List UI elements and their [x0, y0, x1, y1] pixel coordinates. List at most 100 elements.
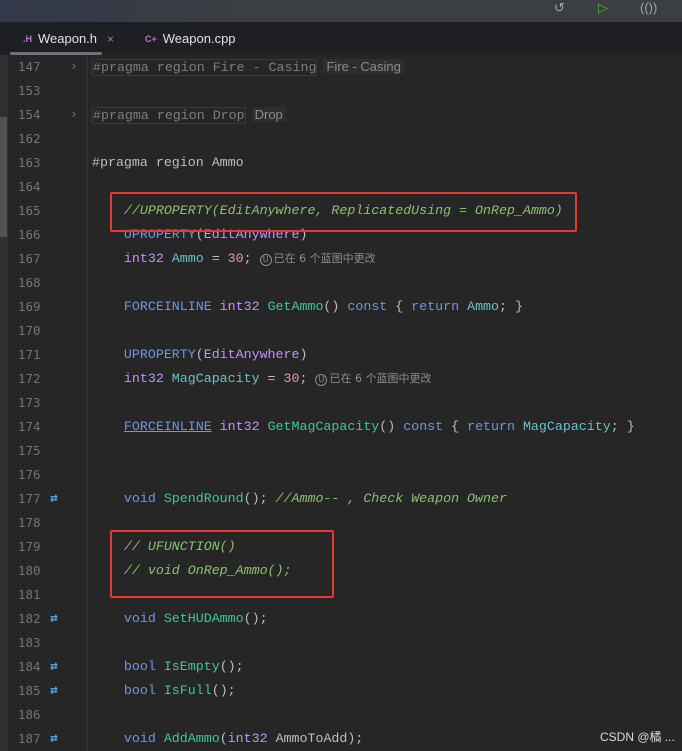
code-line[interactable]: 171 UPROPERTY(EditAnywhere) — [0, 343, 682, 367]
line-number: 170 — [18, 323, 41, 338]
code-token: 30 — [283, 371, 300, 386]
code-line[interactable]: 187 ⇄ void AddAmmo(int32 AmmoToAdd); — [0, 727, 682, 751]
code-token: GetMagCapacity — [267, 419, 380, 434]
code-token: const — [347, 299, 388, 314]
code-line[interactable]: 147 › #pragma region Fire - Casing Fire - C… — [0, 55, 682, 79]
code-line[interactable]: 168 — [0, 271, 682, 295]
line-number: 182 — [18, 611, 41, 626]
code-token: #pragma region Fire - Casing — [92, 59, 318, 76]
code-line[interactable]: 179 // UFUNCTION() — [0, 535, 682, 559]
line-number: 164 — [18, 179, 41, 194]
tab-weapon-h[interactable]: .H Weapon.h × — [23, 31, 114, 46]
code-token: ( — [195, 347, 204, 362]
navigate-to-definition-icon[interactable]: ⇄ — [50, 655, 58, 679]
code-line[interactable]: 169 FORCEINLINE int32 GetAmmo() const { … — [0, 295, 682, 319]
code-token: IsEmpty — [163, 659, 220, 674]
line-number: 181 — [18, 587, 41, 602]
run-icon[interactable]: ▷ — [598, 0, 608, 16]
code-text: FORCEINLINE int32 GetMagCapacity() const… — [92, 415, 635, 439]
code-line[interactable]: 173 — [0, 391, 682, 415]
undo-icon[interactable]: ↺ — [554, 0, 565, 16]
code-token: { — [387, 299, 412, 314]
code-line[interactable]: 153 — [0, 79, 682, 103]
unreal-icon: U — [259, 254, 272, 266]
tab-weapon-cpp[interactable]: C+ Weapon.cpp — [145, 31, 236, 46]
blueprint-usage-hint[interactable]: U 已在 6 个蓝图中更改 — [259, 252, 376, 266]
close-icon[interactable]: × — [107, 32, 114, 46]
navigate-to-definition-icon[interactable]: ⇄ — [50, 727, 58, 751]
code-token: return — [411, 299, 468, 314]
code-line[interactable]: 162 — [0, 127, 682, 151]
line-number: 180 — [18, 563, 41, 578]
folded-region-label[interactable]: Drop — [251, 107, 286, 122]
code-token: FORCEINLINE — [123, 419, 212, 434]
code-text: bool IsFull(); — [92, 679, 236, 703]
folded-region-label[interactable]: Fire - Casing — [323, 59, 404, 74]
line-number: 184 — [18, 659, 41, 674]
code-text: #pragma region Drop Drop — [92, 103, 286, 128]
code-line[interactable]: 170 — [0, 319, 682, 343]
code-line[interactable]: 154 › #pragma region Drop Drop — [0, 103, 682, 127]
code-token: int32 — [92, 251, 172, 266]
title-toolbar: ↺ ▷ (()) — [0, 0, 682, 22]
code-line[interactable]: 167 int32 Ammo = 30; U 已在 6 个蓝图中更改 — [0, 247, 682, 271]
code-line[interactable]: 186 — [0, 703, 682, 727]
header-file-icon: .H — [23, 33, 32, 44]
code-text: #pragma region Fire - Casing Fire - Casin… — [92, 55, 404, 80]
debug-icon[interactable]: (()) — [640, 0, 657, 15]
code-token: ; — [243, 251, 252, 266]
code-line[interactable]: 181 — [0, 583, 682, 607]
code-text: FORCEINLINE int32 GetAmmo() const { retu… — [92, 295, 523, 319]
code-token: EditAnywhere — [203, 347, 300, 362]
code-token: ; } — [610, 419, 635, 434]
code-line[interactable]: 172 int32 MagCapacity = 30; U 已在 6 个蓝图中更改 — [0, 367, 682, 391]
code-line[interactable]: 175 — [0, 439, 682, 463]
code-line[interactable]: 184 ⇄ bool IsEmpty(); — [0, 655, 682, 679]
fold-chevron-icon[interactable]: › — [70, 55, 78, 79]
code-token: (); — [211, 683, 236, 698]
code-line[interactable]: 163 #pragma region Ammo — [0, 151, 682, 175]
code-token: ) — [299, 347, 308, 362]
code-line[interactable]: 182 ⇄ void SetHUDAmmo(); — [0, 607, 682, 631]
code-line[interactable]: 174 FORCEINLINE int32 GetMagCapacity() c… — [0, 415, 682, 439]
code-token: SetHUDAmmo — [163, 611, 244, 626]
navigate-to-definition-icon[interactable]: ⇄ — [50, 607, 58, 631]
cpp-file-icon: C+ — [145, 33, 157, 44]
code-token: (); — [219, 659, 244, 674]
code-line[interactable]: 183 — [0, 631, 682, 655]
code-token: void — [92, 491, 164, 506]
code-text: bool IsEmpty(); — [92, 655, 244, 679]
code-line[interactable]: 185 ⇄ bool IsFull(); — [0, 679, 682, 703]
line-number: 174 — [18, 419, 41, 434]
watermark: CSDN @橘 ... — [600, 730, 675, 744]
navigate-to-definition-icon[interactable]: ⇄ — [50, 679, 58, 703]
code-token: ; — [299, 371, 308, 386]
code-token: MagCapacity — [171, 371, 260, 386]
blueprint-usage-hint[interactable]: U 已在 6 个蓝图中更改 — [315, 372, 431, 386]
navigate-to-definition-icon[interactable]: ⇄ — [50, 487, 58, 511]
line-number: 171 — [18, 347, 41, 362]
line-number: 166 — [18, 227, 41, 242]
code-line[interactable]: 176 — [0, 463, 682, 487]
tab-label: Weapon.h — [38, 31, 98, 46]
code-token: = — [203, 251, 228, 266]
code-token: () — [323, 299, 348, 314]
code-line[interactable]: 177 ⇄ void SpendRound(); //Ammo-- , Check… — [0, 487, 682, 511]
code-token: Ammo — [467, 299, 500, 314]
code-token: const — [403, 419, 444, 434]
code-token: int32 — [219, 299, 268, 314]
code-token: (); — [243, 611, 268, 626]
fold-chevron-icon[interactable]: › — [70, 103, 78, 127]
code-line[interactable]: 180 // void OnRep_Ammo(); — [0, 559, 682, 583]
code-token: MagCapacity — [522, 419, 611, 434]
code-token: //Ammo-- , Check Weapon Owner — [275, 491, 507, 506]
code-text: UPROPERTY(EditAnywhere) — [92, 343, 308, 367]
line-number: 173 — [18, 395, 41, 410]
code-line[interactable]: 178 — [0, 511, 682, 535]
unreal-icon: U — [315, 374, 328, 386]
code-token: ); — [347, 731, 364, 746]
code-token: int32 — [211, 419, 268, 434]
tab-label: Weapon.cpp — [162, 31, 236, 46]
code-token: SpendRound — [163, 491, 244, 506]
